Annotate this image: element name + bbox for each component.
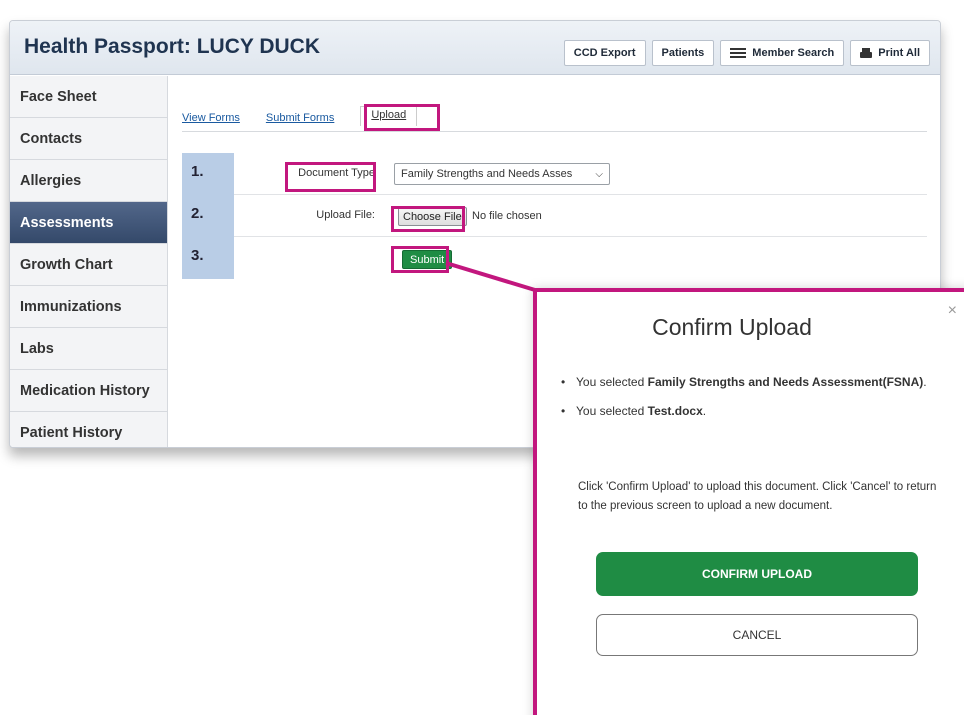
print-all-label: Print All — [878, 47, 920, 59]
upload-file-label: Upload File: — [316, 209, 375, 221]
step-number: 2. — [182, 195, 234, 237]
patients-label: Patients — [661, 47, 705, 59]
modal-description: Click 'Confirm Upload' to upload this do… — [578, 481, 937, 512]
list-item: You selected Family Strengths and Needs … — [561, 374, 941, 390]
sidebar-item-assessments[interactable]: Assessments — [10, 202, 167, 244]
file-status-text: No file chosen — [472, 210, 542, 222]
hamburger-icon — [730, 48, 747, 58]
confirm-upload-modal: × Confirm Upload You selected Family Str… — [533, 288, 964, 715]
tab-view-forms[interactable]: View Forms — [182, 110, 240, 124]
sidebar-item-contacts[interactable]: Contacts — [10, 118, 167, 160]
tab-submit-forms[interactable]: Submit Forms — [266, 110, 334, 124]
ccd-export-label: CCD Export — [573, 47, 636, 59]
sidebar-item-labs[interactable]: Labs — [10, 328, 167, 370]
cancel-button[interactable]: CANCEL — [596, 614, 918, 656]
form-row-submit: 3. Submit — [182, 237, 927, 279]
sidebar-nav: Face Sheet Contacts Allergies Assessment… — [10, 76, 167, 447]
sidebar-item-growth-chart[interactable]: Growth Chart — [10, 244, 167, 286]
close-icon[interactable]: × — [948, 302, 957, 320]
form-tabs: View Forms Submit Forms Upload — [182, 106, 927, 132]
member-search-label: Member Search — [752, 47, 835, 59]
printer-icon — [860, 47, 873, 59]
document-type-select[interactable]: Family Strengths and Needs Asses ⌵ — [394, 163, 610, 185]
ccd-export-button[interactable]: CCD Export — [563, 40, 646, 66]
document-type-value: Family Strengths and Needs Asses — [401, 168, 573, 180]
patients-button[interactable]: Patients — [651, 40, 715, 66]
highlight-document-type — [285, 162, 376, 192]
form-row-upload-file: 2. Upload File: Choose File No file chos… — [182, 195, 927, 237]
member-search-button[interactable]: Member Search — [720, 40, 845, 66]
confirm-upload-button[interactable]: CONFIRM UPLOAD — [596, 552, 918, 596]
sidebar-item-immunizations[interactable]: Immunizations — [10, 286, 167, 328]
sidebar-item-face-sheet[interactable]: Face Sheet — [10, 76, 167, 118]
sidebar-item-allergies[interactable]: Allergies — [10, 160, 167, 202]
sidebar-item-patient-history[interactable]: Patient History — [10, 412, 167, 447]
list-item: You selected Test.docx. — [561, 403, 941, 419]
highlight-upload-tab — [364, 104, 440, 131]
title-bar: Health Passport: LUCY DUCK CCD Export Pa… — [10, 21, 940, 75]
print-all-button[interactable]: Print All — [850, 40, 930, 66]
highlight-submit — [391, 246, 449, 273]
toolbar: CCD Export Patients Member Search Print … — [563, 40, 930, 66]
selected-file-name: Test.docx — [647, 404, 703, 418]
step-number: 1. — [182, 153, 234, 195]
selected-document-type: Family Strengths and Needs Assessment(FS… — [647, 375, 924, 389]
modal-title: Confirm Upload — [652, 314, 812, 340]
chevron-down-icon: ⌵ — [595, 169, 603, 180]
selection-summary: You selected Family Strengths and Needs … — [561, 374, 941, 432]
sidebar-item-medication-history[interactable]: Medication History — [10, 370, 167, 412]
highlight-choose-file — [391, 206, 465, 232]
step-number: 3. — [182, 237, 234, 279]
page-title: Health Passport: LUCY DUCK — [24, 35, 320, 58]
